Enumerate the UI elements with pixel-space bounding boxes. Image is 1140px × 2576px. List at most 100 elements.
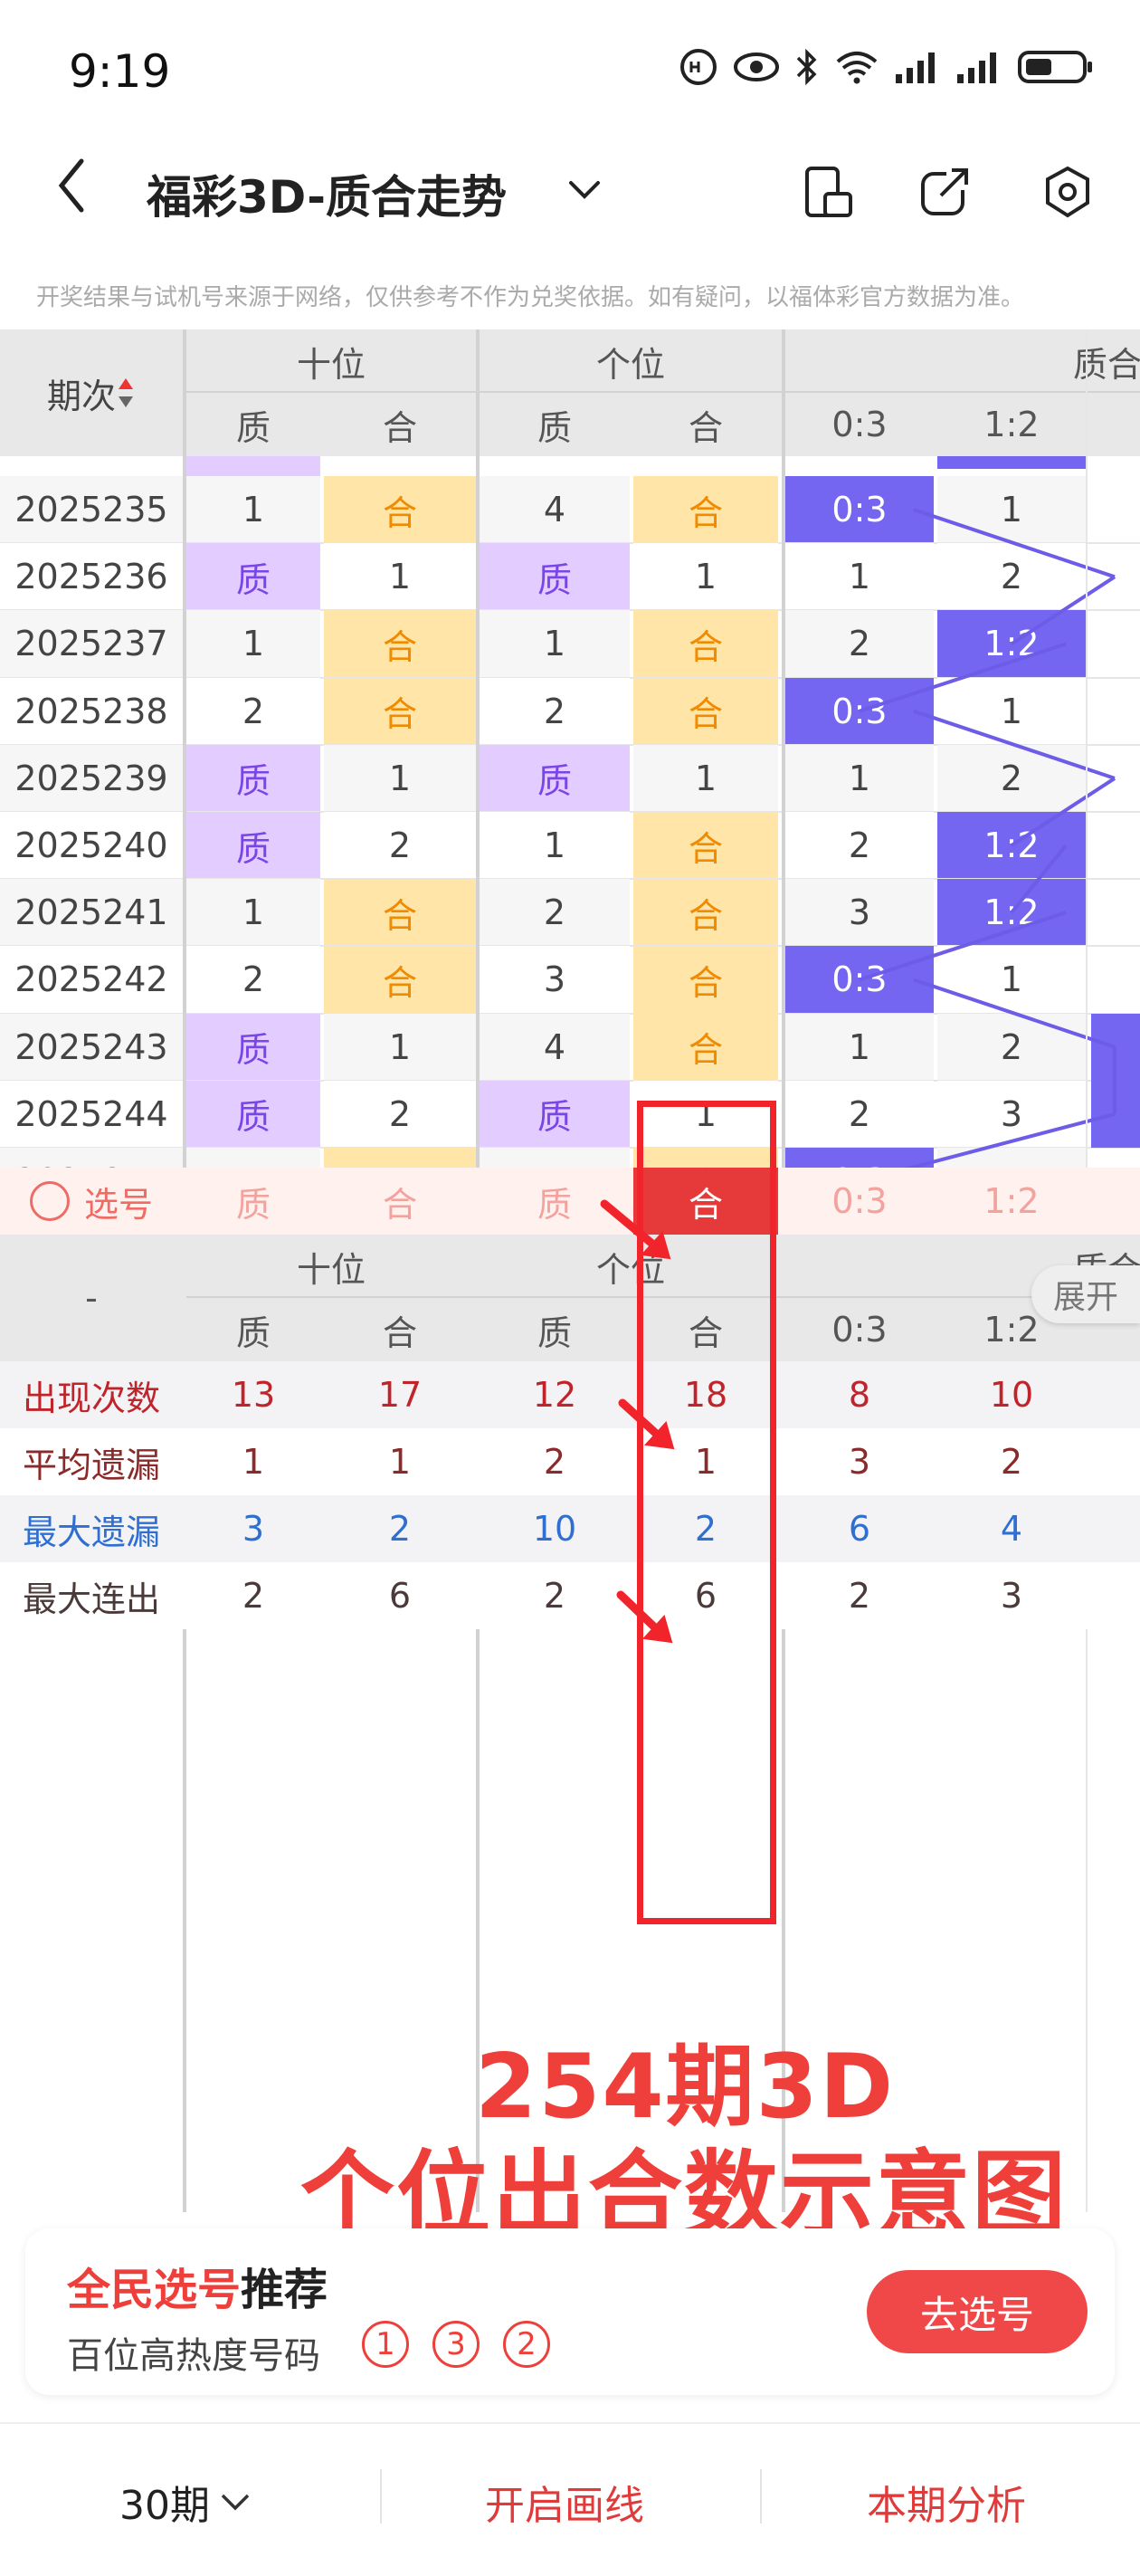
issue-cell: 2025242	[0, 946, 183, 1014]
table-cell: 2	[480, 879, 630, 947]
bluetooth-icon	[796, 48, 817, 86]
table-cell: 合	[324, 677, 476, 745]
table-cell: 2	[937, 744, 1086, 812]
share-button[interactable]	[917, 163, 972, 224]
select-option[interactable]: 质	[186, 1168, 320, 1235]
table-cell: 1	[937, 677, 1086, 745]
table-cell: 2	[186, 677, 320, 745]
table-cell: 质	[186, 1080, 320, 1148]
stats-value: 2	[848, 1576, 871, 1616]
select-option[interactable]: 1:2	[937, 1168, 1086, 1235]
select-option[interactable]: 合	[324, 1168, 476, 1235]
sub-header: 0:3	[831, 405, 888, 444]
draw-line-button[interactable]: 开启画线	[485, 2473, 644, 2531]
stats-label: 最大遗漏	[22, 1512, 160, 1552]
select-option[interactable]: 0:3	[785, 1168, 934, 1235]
partial-cell	[186, 456, 320, 476]
table-cell: 1:2	[937, 812, 1086, 880]
table-cell: 质	[186, 812, 320, 880]
settings-button[interactable]	[1040, 163, 1095, 224]
select-label[interactable]: 选号	[0, 1168, 183, 1235]
table-cell: 1:2	[937, 610, 1086, 678]
table-cell: 2	[785, 1080, 934, 1148]
table-cell: 1	[785, 1013, 934, 1081]
table-cell: 2	[937, 1013, 1086, 1081]
table-cell: 质	[186, 744, 320, 812]
table-cell: 2	[937, 543, 1086, 611]
page-title[interactable]: 福彩3D-质合走势	[147, 161, 507, 226]
stats-value: 10	[989, 1375, 1034, 1415]
ratio-cell-partial	[1091, 1080, 1140, 1148]
sort-icon	[119, 378, 133, 407]
analysis-button[interactable]: 本期分析	[867, 2473, 1026, 2531]
table-cell: 1	[785, 744, 934, 812]
battery-icon	[1018, 51, 1092, 83]
table-cell: 1	[785, 543, 934, 611]
arrow-annotations	[600, 1199, 675, 1644]
stats-value: 2	[242, 1576, 265, 1616]
table-cell: 合	[633, 476, 778, 544]
table-cell: 质	[480, 1080, 630, 1148]
table-cell: 1	[324, 1013, 476, 1081]
period-select[interactable]: 30期	[119, 2473, 252, 2531]
issue-header[interactable]: 期次	[0, 329, 183, 456]
issue-cell: 2025238	[0, 677, 183, 745]
stats-sub-header: 0:3	[831, 1310, 888, 1350]
stats-value: 2	[388, 1509, 412, 1549]
table-cell: 2	[324, 1080, 476, 1148]
issue-cell: 2025243	[0, 1013, 183, 1081]
bottom-bar: 30期 开启画线 本期分析	[0, 2422, 1140, 2576]
table-cell: 1	[186, 476, 320, 544]
partial-cell	[937, 456, 1086, 469]
stats-value: 17	[377, 1375, 423, 1415]
table-cell: 合	[633, 610, 778, 678]
stats-value: 6	[388, 1576, 412, 1616]
table-cell: 3	[937, 1080, 1086, 1148]
period-label: 30期	[119, 2483, 210, 2529]
sub-header: 合	[688, 407, 723, 448]
status-time: 9:19	[69, 45, 171, 98]
stats-sub-header: 合	[382, 1312, 417, 1353]
sub-header: 合	[382, 407, 417, 448]
disclaimer-text: 开奖结果与试机号来源于网络，仅供参考不作为兑奖依据。如有疑问，以福体彩官方数据为…	[36, 284, 1025, 311]
title-dropdown[interactable]	[565, 172, 603, 212]
share-icon	[921, 168, 968, 215]
stats-sub-header: 1:2	[983, 1310, 1040, 1350]
rotate-button[interactable]	[803, 163, 854, 224]
stats-value: 3	[242, 1509, 265, 1549]
back-button[interactable]	[54, 154, 90, 221]
status-bar: 9:19	[0, 0, 1140, 136]
stats-sub-header: 质	[235, 1312, 271, 1353]
chevron-down-icon	[569, 181, 600, 199]
go-select-button[interactable]: 去选号	[867, 2270, 1088, 2353]
trend-table: 期次 十位 个位 质合比 20252351合4合0:312025236质1质11…	[0, 329, 1140, 2212]
table-cell: 2	[785, 610, 934, 678]
table-cell: 4	[480, 476, 630, 544]
chevron-down-icon	[221, 2494, 250, 2511]
sub-header: 质	[537, 407, 572, 448]
sub-header: 质	[235, 407, 271, 448]
table-cell: 质	[186, 543, 320, 611]
stats-value: 2	[1000, 1442, 1023, 1482]
recommend-subtitle: 百位高热度号码	[67, 2335, 320, 2377]
table-cell: 2	[324, 812, 476, 880]
table-cell: 1	[324, 744, 476, 812]
sub-header: 1:2	[983, 405, 1040, 444]
stats-value: 13	[231, 1375, 276, 1415]
table-cell: 合	[633, 677, 778, 745]
issue-cell: 2025236	[0, 543, 183, 611]
table-cell: 合	[324, 476, 476, 544]
hot-ball: 1	[362, 2321, 409, 2368]
table-cell: 合	[324, 879, 476, 947]
stats-dash: -	[85, 1278, 98, 1318]
status-icons	[679, 47, 1095, 87]
hot-ball: 3	[432, 2321, 480, 2368]
wifi-icon	[836, 52, 878, 84]
stats-label: 平均遗漏	[22, 1445, 160, 1485]
hot-ball: 2	[503, 2321, 550, 2368]
group-header-units: 个位	[595, 344, 665, 385]
issue-cell: 2025244	[0, 1080, 183, 1148]
table-cell: 合	[324, 610, 476, 678]
issue-cell: 2025241	[0, 879, 183, 947]
table-cell: 1	[186, 879, 320, 947]
